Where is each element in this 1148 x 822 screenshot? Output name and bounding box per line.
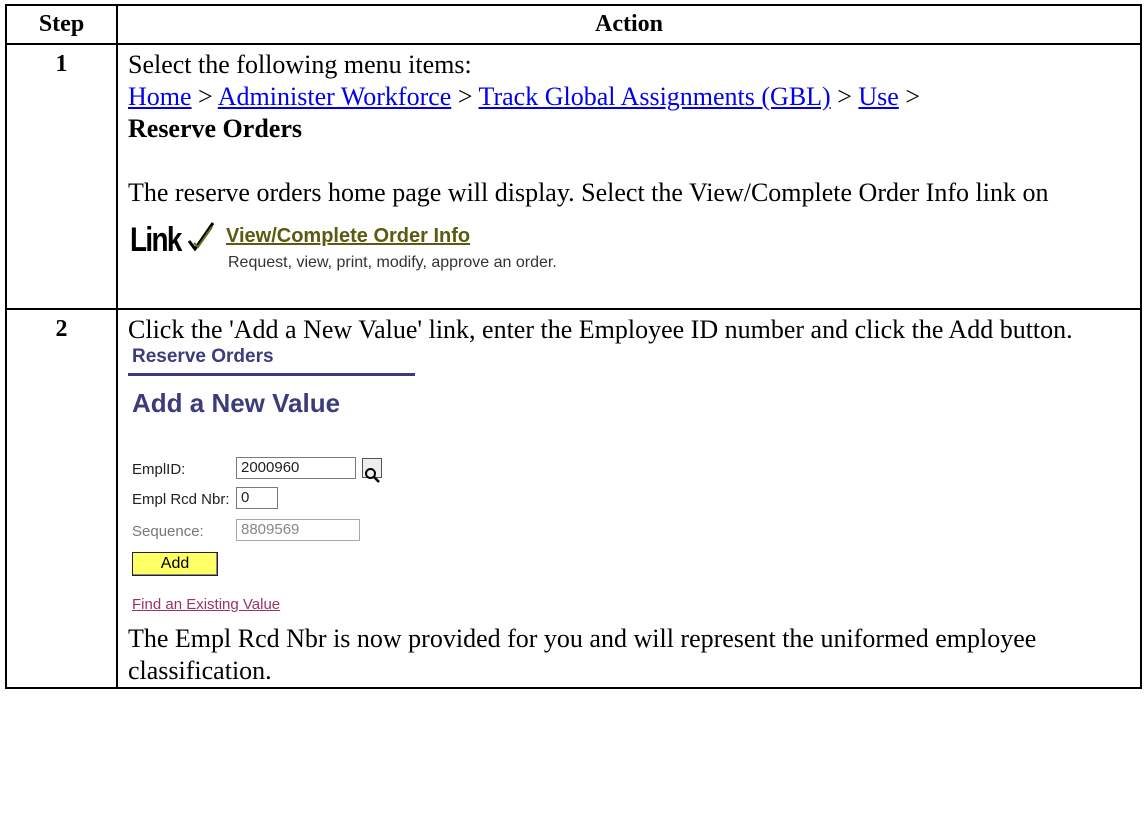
menu-path: Home > Administer Workforce > Track Glob… <box>128 81 1130 113</box>
title-divider <box>128 373 415 376</box>
link-logo: Link <box>130 221 182 259</box>
menu-link-administer-workforce[interactable]: Administer Workforce <box>218 82 452 111</box>
menu-link-use[interactable]: Use <box>858 82 898 111</box>
step-action: Select the following menu items: Home > … <box>116 43 1142 310</box>
step-number: 2 <box>5 308 118 689</box>
page-heading: Add a New Value <box>132 388 341 418</box>
header-step: Step <box>5 4 118 45</box>
header-row: Step Action <box>5 4 1142 45</box>
step-note: The Empl Rcd Nbr is now provided for you… <box>128 624 1037 685</box>
add-button[interactable]: Add <box>132 552 218 576</box>
link-description: Request, view, print, modify, approve an… <box>228 254 557 271</box>
menu-final-item: Reserve Orders <box>128 114 302 143</box>
step-row-1: 1 Select the following menu items: Home … <box>5 43 1142 310</box>
path-separator: > <box>830 82 859 111</box>
step-action: Click the 'Add a New Value' link, enter … <box>116 308 1142 689</box>
step-row-2: 2 Click the 'Add a New Value' link, ente… <box>5 308 1142 689</box>
path-separator: > <box>898 82 920 111</box>
procedure-table: Step Action 1 Select the following menu … <box>5 4 1142 689</box>
empl-rcd-nbr-label: Empl Rcd Nbr: <box>132 491 230 508</box>
lookup-search-icon[interactable] <box>362 458 382 483</box>
emplid-field[interactable]: 2000960 <box>236 457 356 479</box>
empl-rcd-nbr-field[interactable]: 0 <box>236 487 278 509</box>
header-action: Action <box>116 4 1142 45</box>
find-existing-value-link[interactable]: Find an Existing Value <box>132 595 280 615</box>
emplid-label: EmplID: <box>132 461 186 478</box>
link-screenshot: Link View/Complete Order Info Request, v… <box>128 211 608 277</box>
step-number: 1 <box>5 43 118 310</box>
menu-link-track-global-assignments[interactable]: Track Global Assignments (GBL) <box>479 82 831 111</box>
step-instruction: Click the 'Add a New Value' link, enter … <box>128 315 1073 344</box>
sequence-field: 8809569 <box>236 519 360 541</box>
sequence-label: Sequence: <box>132 523 204 540</box>
step-intro: Select the following menu items: <box>128 50 472 79</box>
view-complete-order-info-link[interactable]: View/Complete Order Info <box>226 225 470 247</box>
path-separator: > <box>191 82 218 111</box>
link-checkmark-icon <box>186 221 216 251</box>
add-value-screenshot: Reserve Orders Add a New Value EmplID: 2… <box>128 346 418 577</box>
page-title: Reserve Orders <box>132 346 274 367</box>
step-paragraph: The reserve orders home page will displa… <box>128 178 1049 207</box>
path-separator: > <box>451 82 479 111</box>
menu-link-home[interactable]: Home <box>128 82 192 111</box>
